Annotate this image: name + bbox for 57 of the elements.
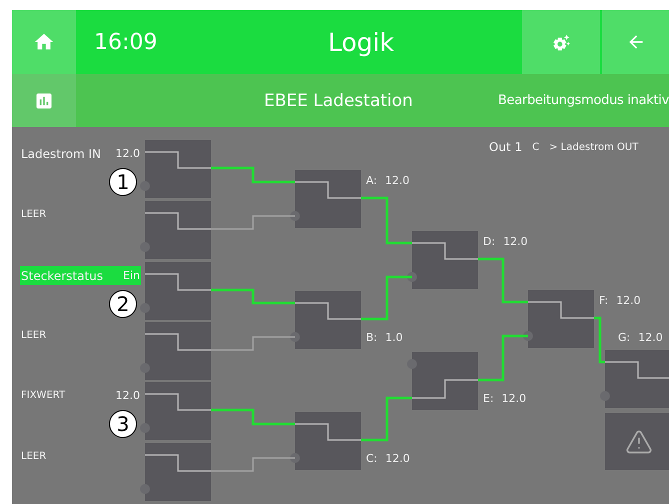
logic-block[interactable] <box>140 322 211 380</box>
page-title: Logik <box>327 26 396 58</box>
input-name: FIXWERT <box>21 390 66 401</box>
logic-block[interactable] <box>600 350 669 408</box>
logic-block[interactable] <box>140 443 211 501</box>
mode-status: Bearbeitungsmodus inaktiv <box>498 93 669 108</box>
output-target: > Ladestrom OUT <box>549 142 638 152</box>
block-value: 12.0 <box>385 452 410 465</box>
block-name: F: <box>599 294 608 307</box>
input-name: Ladestrom IN <box>21 146 102 160</box>
number-marker: 3 <box>109 410 137 438</box>
input-value: 12.0 <box>116 389 140 402</box>
input-value: 12.0 <box>116 147 140 160</box>
block-name: G: <box>618 331 630 344</box>
logic-block[interactable] <box>290 170 361 228</box>
logic-block[interactable] <box>140 382 211 440</box>
input-label[interactable]: LEER <box>20 205 141 224</box>
input-label[interactable]: Ladestrom IN 12.0 <box>20 144 141 163</box>
input-name: LEER <box>21 209 46 220</box>
settings-icon <box>552 32 570 52</box>
block-name: D: <box>483 235 496 248</box>
block-value: 1.0 <box>385 331 403 344</box>
input-name: LEER <box>21 451 46 462</box>
input-name: Steckerstatus <box>21 268 104 282</box>
chart-icon <box>34 90 54 110</box>
logic-block[interactable] <box>140 201 211 259</box>
home-button[interactable] <box>12 10 76 74</box>
number-marker: 1 <box>109 168 137 196</box>
logic-block[interactable] <box>407 231 478 289</box>
input-label[interactable]: LEER <box>20 447 141 466</box>
chart-button[interactable] <box>12 74 76 127</box>
logic-block[interactable] <box>523 290 594 348</box>
input-label[interactable]: LEER <box>20 326 141 345</box>
clock: 16:09 <box>93 28 158 56</box>
block-name: C: <box>366 452 378 465</box>
block-value: 12.0 <box>502 392 526 405</box>
block-name: E: <box>483 392 494 405</box>
input-label[interactable]: FIXWERT 12.0 <box>20 386 141 405</box>
block-name: B: <box>366 331 378 344</box>
block-name: A: <box>366 174 378 187</box>
logic-block[interactable] <box>140 262 211 320</box>
logic-block[interactable] <box>290 412 361 470</box>
number-marker: 2 <box>109 290 137 318</box>
section-title: EBEE Ladestation <box>264 90 413 110</box>
block-value: 12.0 <box>638 331 663 344</box>
input-value: Ein <box>123 269 140 282</box>
input-name: LEER <box>21 330 46 341</box>
block-value: 12.0 <box>385 174 410 187</box>
logic-block[interactable] <box>407 352 478 410</box>
logic-block[interactable] <box>140 140 211 198</box>
block-value: 12.0 <box>616 294 641 307</box>
output-name: Out 1 <box>489 140 522 154</box>
warning-icon <box>625 428 653 456</box>
logic-block[interactable] <box>290 291 361 349</box>
output-source: C <box>532 142 540 152</box>
warning-button[interactable] <box>605 413 669 470</box>
block-value: 12.0 <box>503 235 528 248</box>
